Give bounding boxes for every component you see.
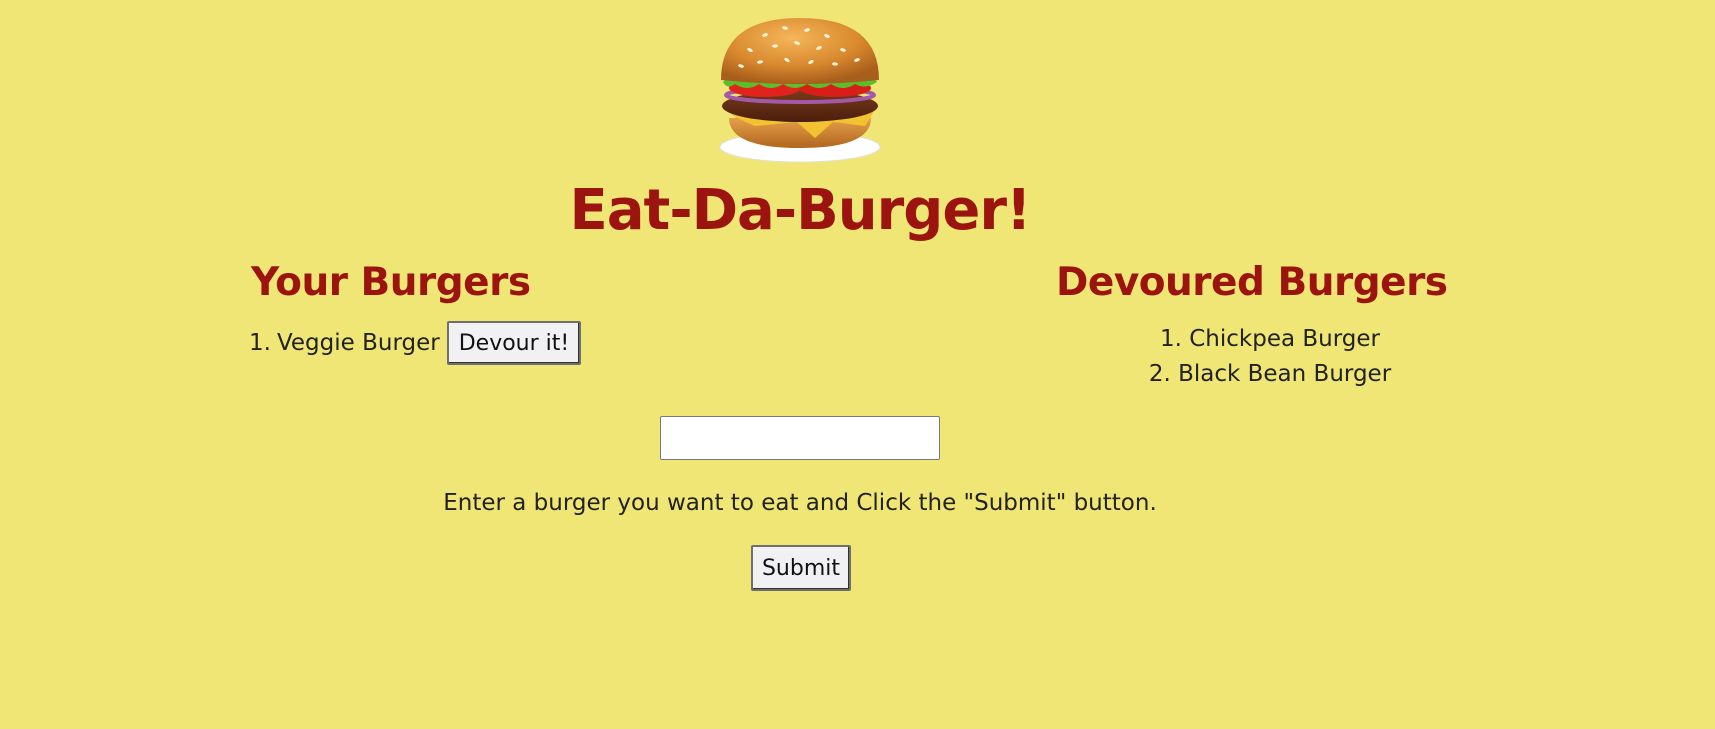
devour-button[interactable]: Devour it! — [446, 321, 582, 365]
your-burgers-heading: Your Burgers — [251, 260, 531, 305]
list-item: 1. Veggie Burger Devour it! — [249, 320, 582, 366]
burger-number: 1. — [249, 330, 271, 356]
burger-name: Veggie Burger — [276, 330, 440, 356]
devoured-burgers-list: 1. Chickpea Burger 2. Black Bean Burger — [1140, 322, 1400, 392]
list-item: 1. Chickpea Burger — [1159, 326, 1381, 352]
list-item: 2. Black Bean Burger — [1148, 361, 1392, 387]
devoured-burgers-heading: Devoured Burgers — [1056, 260, 1448, 305]
hamburger-icon — [715, 10, 885, 165]
page-title: Eat-Da-Burger! — [569, 178, 1032, 243]
instructions-text: Enter a burger you want to eat and Click… — [443, 490, 1157, 516]
submit-button[interactable]: Submit — [751, 545, 851, 591]
burger-name-input[interactable] — [660, 416, 940, 460]
